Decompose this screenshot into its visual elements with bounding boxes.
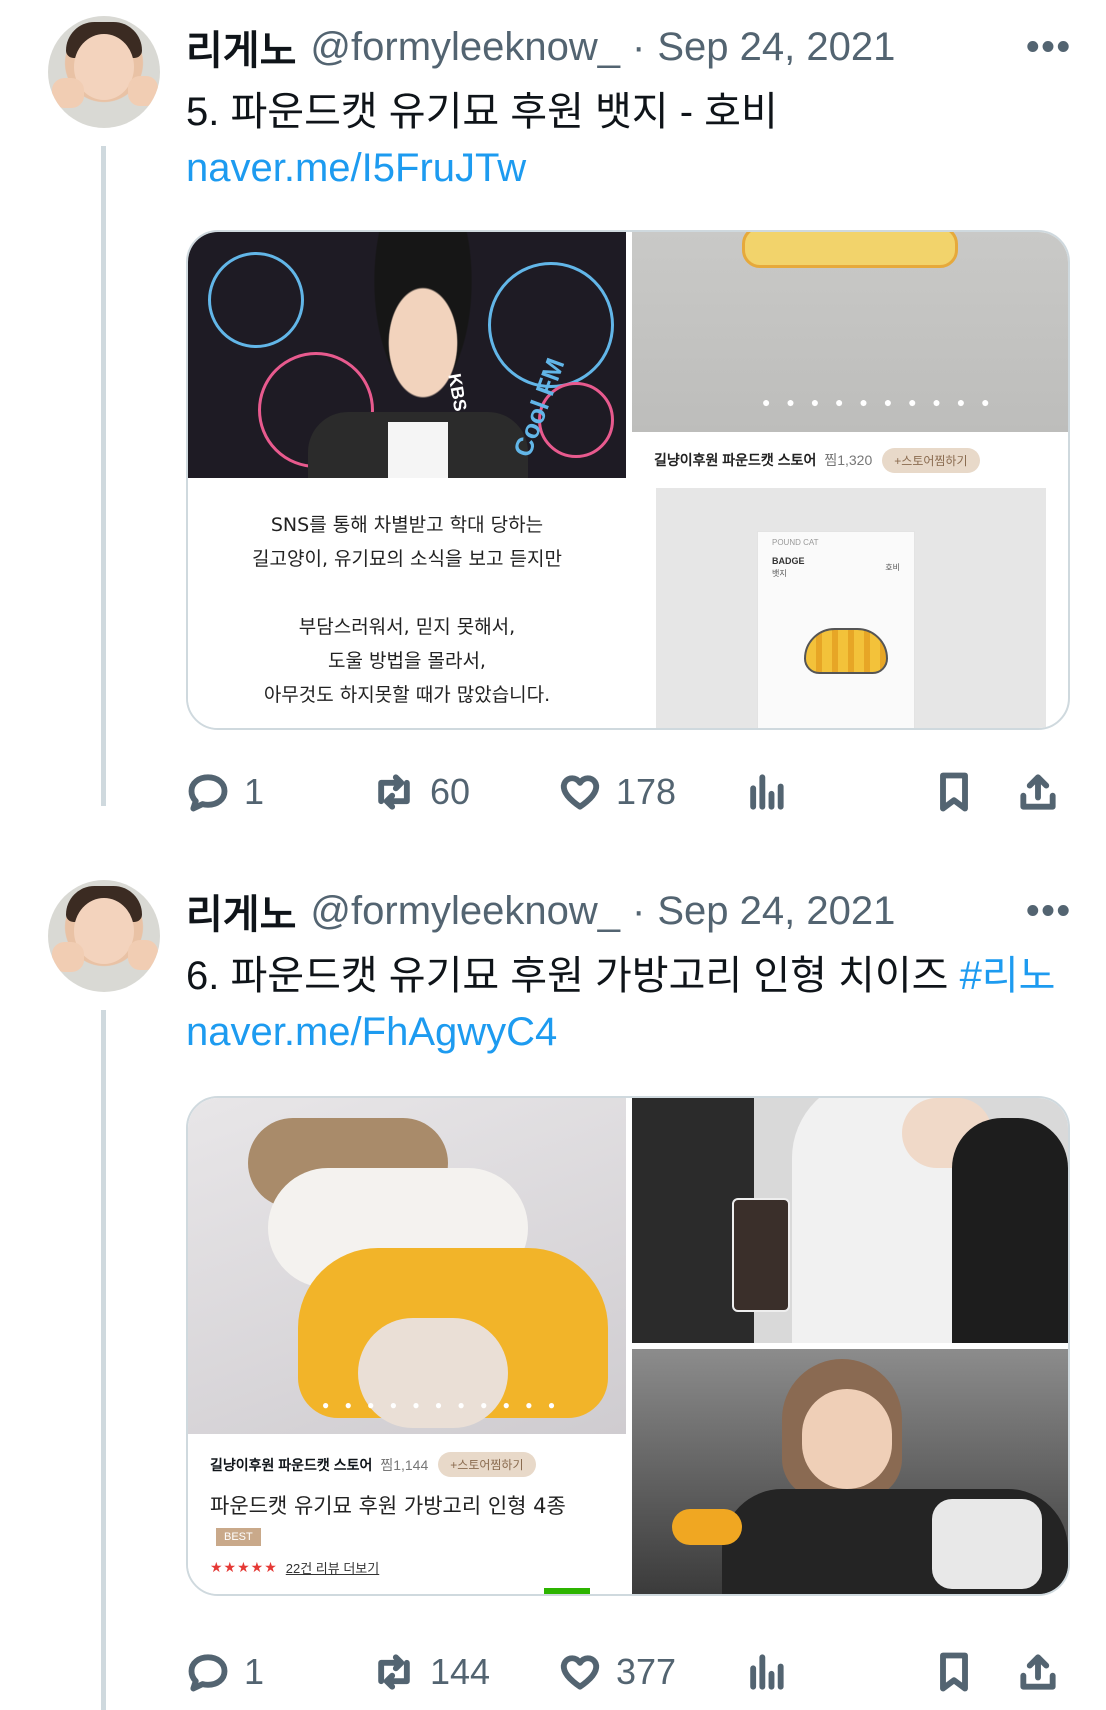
heart-icon	[560, 1655, 600, 1690]
tweet-2[interactable]: 리게노 @formyleeknow_ · Sep 24, 2021 ••• 6.…	[0, 860, 1106, 1710]
badge-product-photo: POUND CAT BADGE 뱃지 호비	[656, 488, 1046, 728]
thread-connector-line	[101, 146, 106, 806]
media-photo-poster[interactable]: Cool FM KBS	[188, 232, 626, 478]
author-avatar[interactable]	[48, 16, 160, 128]
share-icon	[1020, 774, 1056, 810]
carousel-dots: ● ● ● ● ● ● ● ● ● ●	[762, 394, 996, 410]
badge-sub-text: 뱃지	[772, 569, 787, 578]
author-name[interactable]: 리게노	[186, 18, 296, 76]
views-button[interactable]	[744, 762, 788, 822]
tweet-link[interactable]: naver.me/I5FruJTw	[186, 140, 526, 196]
store-follow-button: +스토어찜하기	[882, 447, 980, 473]
analytics-icon	[750, 774, 784, 810]
caption-line	[188, 576, 626, 610]
views-button[interactable]	[744, 1642, 788, 1702]
best-tag: BEST	[216, 1528, 261, 1546]
tweet-actions: 1 60 178	[186, 762, 1066, 822]
reply-icon	[188, 774, 228, 812]
share-button[interactable]	[1016, 762, 1060, 822]
author-avatar[interactable]	[48, 880, 160, 992]
caption-line: 부담스러워서, 믿지 못해서,	[298, 616, 516, 638]
badge-brand-text: POUND CAT	[772, 538, 819, 547]
reply-count: 1	[244, 771, 265, 812]
reply-icon	[188, 1654, 228, 1692]
badge-title-text: BADGE	[772, 556, 805, 566]
tweet-header: 리게노 @formyleeknow_ · Sep 24, 2021	[186, 884, 895, 938]
heart-icon	[560, 775, 600, 810]
like-count: 377	[616, 1651, 677, 1692]
reviews-link: 22건 리뷰 더보기	[285, 1561, 380, 1576]
tweet-date[interactable]: Sep 24, 2021	[657, 889, 895, 934]
separator-dot: ·	[632, 24, 646, 69]
author-handle[interactable]: @formyleeknow_	[310, 25, 620, 70]
tweet-text: 6. 파운드캣 유기묘 후원 가방고리 인형 치이즈 #리노	[186, 948, 1055, 1004]
media-caption-card: SNS를 통해 차별받고 학대 당하는 길고양이, 유기묘의 소식을 보고 듣지…	[188, 478, 626, 728]
bookmark-button[interactable]	[932, 762, 976, 822]
tweet-header: 리게노 @formyleeknow_ · Sep 24, 2021	[186, 20, 895, 74]
store-name: 길냥이후원 파운드캣 스토어	[210, 1456, 373, 1473]
retweet-button[interactable]: 144	[372, 1642, 490, 1702]
retweet-icon	[378, 774, 410, 810]
tweet-media-grid[interactable]: ● ● ● ● ● ● ● ● ● ● ● 길냥이후원 파운드캣 스토어 찜1,…	[186, 1096, 1070, 1596]
share-icon	[1020, 1654, 1056, 1690]
reply-button[interactable]: 1	[186, 762, 264, 822]
reply-button[interactable]: 1	[186, 1642, 264, 1702]
cat-pin	[804, 628, 888, 674]
tweet-actions: 1 144 377	[186, 1642, 1066, 1702]
product-info-card: 길냥이후원 파운드캣 스토어 찜1,144 +스토어찜하기 파운드캣 유기묘 후…	[188, 1434, 626, 1594]
tweet-text-body: 6. 파운드캣 유기묘 후원 가방고리 인형 치이즈	[186, 954, 960, 998]
analytics-icon	[750, 1654, 784, 1690]
tweet-media-grid[interactable]: Cool FM KBS SNS를 통해 차별받고 학대 당하는 길고양이, 유기…	[186, 230, 1070, 730]
media-photo-badge-pin[interactable]: ● ● ● ● ● ● ● ● ● ●	[632, 232, 1068, 432]
like-button[interactable]: 377	[558, 1642, 676, 1702]
bookmark-icon	[940, 772, 968, 812]
store-name: 길냥이후원 파운드캣 스토어	[654, 452, 817, 468]
like-count: 178	[616, 771, 677, 812]
tweet-link[interactable]: naver.me/FhAgwyC4	[186, 1004, 557, 1060]
reply-count: 1	[244, 1651, 265, 1692]
carousel-dots: ● ● ● ● ● ● ● ● ● ● ●	[322, 1398, 562, 1412]
more-options-button[interactable]: •••	[1026, 26, 1072, 69]
tweet-text: 5. 파운드캣 유기묘 후원 뱃지 - 호비	[186, 90, 778, 134]
caption-line: SNS를 통해 차별받고 학대 당하는	[270, 514, 544, 536]
badge-right-text: 호비	[885, 563, 900, 572]
caption-line: 길고양이, 유기묘의 소식을 보고 듣지만	[252, 548, 562, 570]
more-options-button[interactable]: •••	[1026, 890, 1072, 933]
caption-line: 아무것도 하지못할 때가 많았습니다.	[263, 684, 551, 706]
media-photo-drink[interactable]	[632, 1098, 1068, 1343]
retweet-icon	[378, 1654, 410, 1690]
thread-connector-line	[101, 1010, 106, 1710]
hashtag-link[interactable]: #리노	[960, 954, 1056, 998]
tweet-date[interactable]: Sep 24, 2021	[657, 25, 895, 70]
author-name[interactable]: 리게노	[186, 882, 296, 940]
author-handle[interactable]: @formyleeknow_	[310, 889, 620, 934]
store-follow-button: +스토어찜하기	[438, 1452, 536, 1477]
like-button[interactable]: 178	[558, 762, 676, 822]
media-photo-car[interactable]	[632, 1349, 1068, 1594]
retweet-count: 60	[430, 771, 471, 812]
caption-line: 도울 방법을 몰라서,	[328, 650, 486, 672]
bookmark-button[interactable]	[932, 1642, 976, 1702]
store-info-bar: 길냥이후원 파운드캣 스토어 찜1,320 +스토어찜하기	[632, 432, 1068, 488]
tweet-1[interactable]: 리게노 @formyleeknow_ · Sep 24, 2021 ••• 5.…	[0, 0, 1106, 812]
bookmark-icon	[940, 1652, 968, 1692]
rating-stars: ★★★★★	[210, 1559, 278, 1575]
media-photo-plush-keyrings[interactable]: ● ● ● ● ● ● ● ● ● ● ●	[188, 1098, 626, 1434]
retweet-button[interactable]: 60	[372, 762, 470, 822]
product-title: 파운드캣 유기묘 후원 가방고리 인형 4종	[210, 1494, 566, 1518]
share-button[interactable]	[1016, 1642, 1060, 1702]
retweet-count: 144	[430, 1651, 491, 1692]
separator-dot: ·	[632, 888, 646, 933]
store-likes: 찜1,320	[824, 452, 873, 468]
store-likes: 찜1,144	[380, 1456, 429, 1473]
